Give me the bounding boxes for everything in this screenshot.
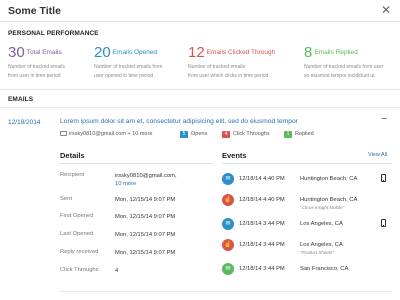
event-row[interactable]: ✉ 12/18/14 3:44 PM San Francisco, CA [222, 263, 392, 283]
detail-value: Mon, 12/15/14 9:07 PM [115, 232, 176, 238]
details-divider [60, 163, 212, 164]
event-time: 12/18/14 3:44 PM [239, 242, 285, 248]
detail-label: Last Opened [60, 231, 94, 237]
metric-description: from user which clicks in time period [188, 72, 269, 79]
event-time: 12/18/14 3:44 PM [239, 221, 285, 227]
emails-heading: EMAILS [8, 96, 34, 103]
event-row[interactable]: ☝ 12/18/14 4:40 PM Huntington Beach, CA … [222, 194, 392, 214]
metric-value: 20 [94, 44, 111, 61]
metric-description: Number of tracked emails from user [304, 64, 384, 70]
clicks-label: Click Throughs [233, 131, 270, 137]
clicks-stat: 4 Click Throughs [222, 131, 270, 138]
detail-label: Reply received [60, 249, 99, 255]
metric-description: user opened in time period [94, 72, 154, 79]
events-heading: Events [222, 151, 247, 160]
details-heading: Details [60, 151, 85, 160]
event-location: Los Angeles, CA [300, 221, 343, 227]
divider [0, 89, 400, 90]
metric-value: 12 [188, 44, 205, 61]
bottom-divider [60, 291, 392, 292]
event-link-name: "Product Sheets" [300, 250, 334, 255]
divider [0, 107, 400, 108]
replies-label: Replied [295, 131, 314, 137]
performance-heading: PERSONAL PERFORMANCE [8, 30, 99, 37]
metric-label: Total Emails [26, 49, 62, 56]
email-date: 12/18/2014 [8, 119, 41, 126]
metric-description: Number of tracked emails from [94, 64, 163, 70]
metric-label: Emails Replied [314, 49, 358, 56]
metric-emails-replied: 8 Emails Replied Number of tracked emails… [304, 44, 398, 79]
pointer-icon: ☝ [222, 239, 234, 251]
recipients-text: irssky0810@gmail.com + 10 more [69, 131, 153, 137]
metric-description: so eiusmod tempor incididunt ut [304, 72, 375, 79]
detail-value: 4 [115, 268, 119, 274]
metric-emails-clicked: 12 Emails Clicked Through Number of track… [188, 44, 300, 79]
event-row[interactable]: ☝ 12/18/14 3:44 PM Los Angeles, CA "Prod… [222, 239, 392, 259]
metric-description: Number of tracked emails [188, 64, 245, 70]
close-icon[interactable]: ✕ [381, 3, 391, 17]
detail-label: Recipient [60, 172, 85, 178]
metric-description: Number of tracked emails [8, 64, 65, 70]
event-time: 12/18/14 4:40 PM [239, 176, 285, 182]
collapse-icon[interactable]: − [381, 113, 387, 125]
detail-value: irssky0810@gmail.com, 10 more [115, 172, 177, 188]
metric-label: Emails Opened [112, 49, 158, 56]
clicks-count-badge: 4 [222, 131, 230, 138]
phone-icon [381, 219, 386, 227]
detail-label: Click Throughs [60, 267, 99, 273]
mail-reply-icon: ✉ [222, 263, 234, 275]
email-recipients-summary: irssky0810@gmail.com + 10 more [60, 131, 152, 137]
modal-title: Some Title [8, 5, 61, 17]
detail-value: Mon, 12/15/14 9:07 PM [115, 214, 176, 220]
phone-icon [381, 174, 386, 182]
mail-open-icon: ✉ [222, 218, 234, 230]
event-row[interactable]: ✉ 12/18/14 3:44 PM Los Angeles, CA [222, 218, 392, 238]
metric-description: from user in time period [8, 72, 61, 79]
replies-count-badge: 1 [284, 131, 292, 138]
recipient-email: irssky0810@gmail.com, [115, 173, 177, 179]
email-subject-link[interactable]: Lorem ipsum dolor sit am et, consectetur… [60, 118, 298, 125]
pointer-icon: ☝ [222, 194, 234, 206]
event-row[interactable]: ✉ 12/18/14 4:40 PM Huntington Beach, CA [222, 173, 392, 193]
detail-value: Mon, 12/15/14 9:07 PM [115, 197, 176, 203]
detail-value: Mon, 12/15/14 9:07 PM [115, 250, 176, 256]
metric-emails-opened: 20 Emails Opened Number of tracked emails… [94, 44, 186, 79]
view-all-link[interactable]: View All [368, 152, 387, 158]
event-location: Huntington Beach, CA [300, 197, 358, 203]
event-link-name: "Cirrus Insight Mobile" [300, 205, 345, 210]
replies-stat: 1 Replied [284, 131, 314, 138]
opens-count-badge: 5 [180, 131, 188, 138]
more-recipients-link[interactable]: 10 more [115, 181, 136, 187]
metric-total-emails: 30 Total Emails Number of tracked emails … [8, 44, 100, 79]
opens-stat: 5 Opens [180, 131, 207, 138]
event-location: San Francisco, CA [300, 266, 349, 272]
detail-label: Sent [60, 196, 72, 202]
mail-open-icon: ✉ [222, 173, 234, 185]
metric-label: Emails Clicked Through [206, 49, 276, 56]
envelope-icon [60, 131, 67, 136]
detail-label: First Opened [60, 213, 94, 219]
event-time: 12/18/14 4:40 PM [239, 197, 285, 203]
modal-header: Some Title ✕ [0, 0, 400, 22]
event-location: Huntington Beach, CA [300, 176, 358, 182]
opens-label: Opens [191, 131, 208, 137]
event-location: Los Angeles, CA [300, 242, 343, 248]
metric-value: 8 [304, 44, 313, 61]
metric-value: 30 [8, 44, 25, 61]
events-divider [222, 163, 392, 164]
event-time: 12/18/14 3:44 PM [239, 266, 285, 272]
